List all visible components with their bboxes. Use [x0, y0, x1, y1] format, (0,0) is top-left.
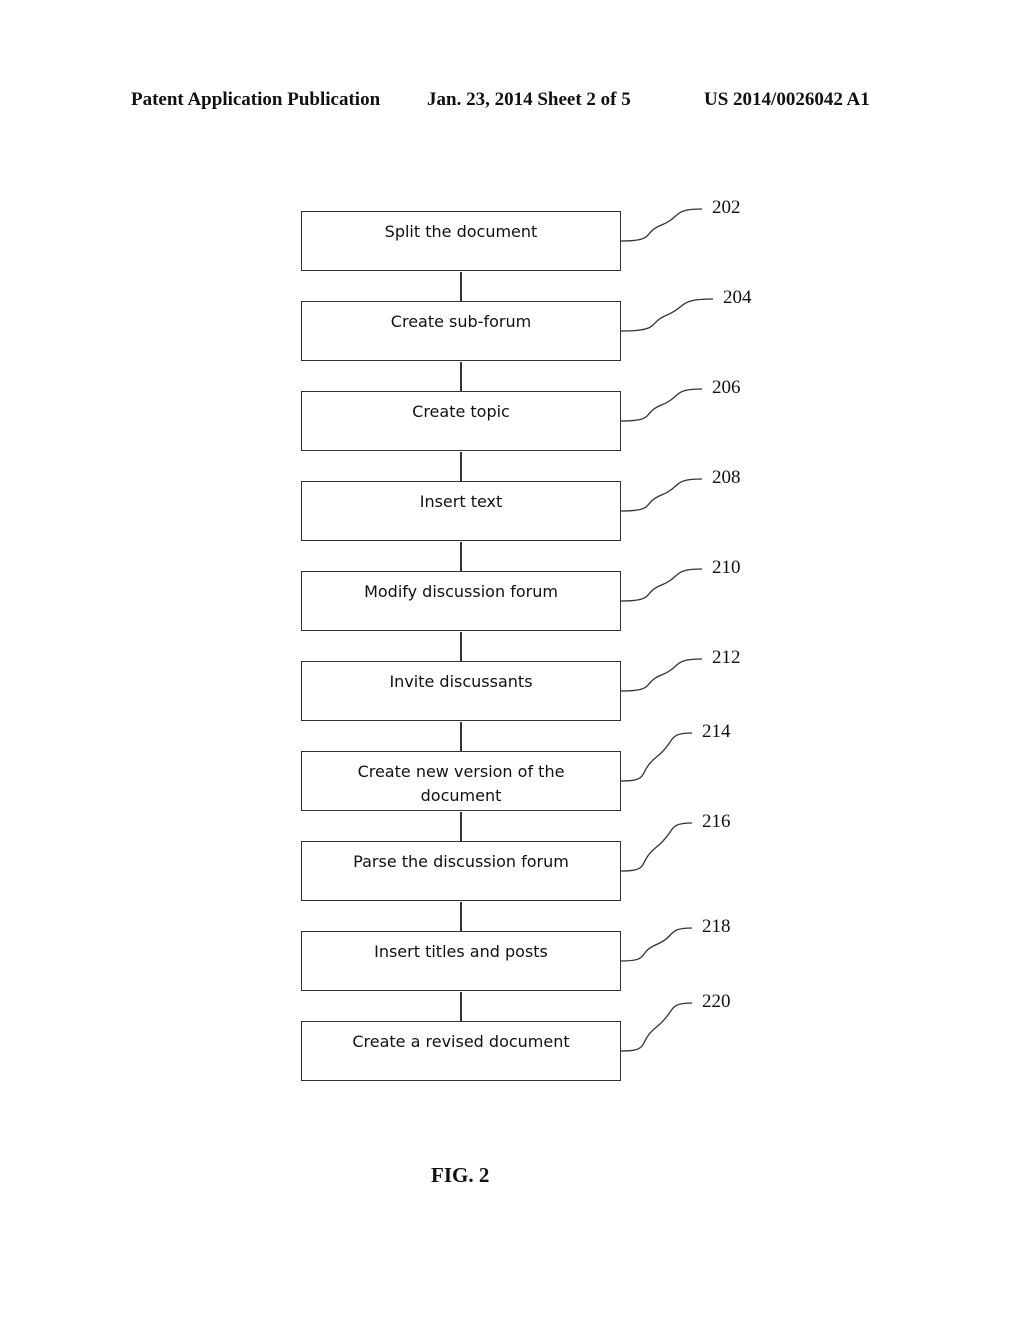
leader-line-208: [620, 478, 703, 512]
flowchart-step-214: Create new version of the document: [301, 751, 621, 811]
reference-numeral-206: 206: [712, 377, 741, 398]
leader-line-220: [620, 1002, 693, 1052]
flowchart-step-220: Create a revised document: [301, 1021, 621, 1081]
leader-line-202: [620, 208, 703, 242]
step-label: Invite discussants: [389, 672, 533, 691]
leader-line-206: [620, 388, 703, 422]
header-date-sheet: Jan. 23, 2014 Sheet 2 of 5: [427, 89, 631, 110]
flow-connector: [460, 542, 462, 571]
reference-leader-lines: [620, 208, 714, 1052]
flowchart-step-212: Invite discussants: [301, 661, 621, 721]
leader-line-210: [620, 568, 703, 602]
leader-line-204: [620, 298, 714, 332]
reference-numeral-202: 202: [712, 197, 741, 218]
step-label: Create topic: [412, 402, 510, 421]
step-label: Create new version of the document: [357, 762, 565, 805]
flow-connector: [460, 722, 462, 751]
step-label: Modify discussion forum: [364, 582, 558, 601]
reference-numeral-218: 218: [702, 916, 731, 937]
leader-line-214: [620, 732, 693, 782]
flow-connector: [460, 632, 462, 661]
leader-line-212: [620, 658, 703, 692]
step-label: Insert titles and posts: [374, 942, 548, 961]
header-publication-number: US 2014/0026042 A1: [704, 89, 870, 110]
flowchart-step-202: Split the document: [301, 211, 621, 271]
step-label: Create a revised document: [352, 1032, 570, 1051]
figure-label: FIG. 2: [431, 1163, 490, 1187]
flowchart-step-210: Modify discussion forum: [301, 571, 621, 631]
reference-numeral-216: 216: [702, 811, 731, 832]
reference-numeral-204: 204: [723, 287, 752, 308]
flow-connector: [460, 902, 462, 931]
step-label: Create sub-forum: [390, 312, 532, 331]
reference-numeral-210: 210: [712, 557, 741, 578]
flowchart-step-208: Insert text: [301, 481, 621, 541]
flow-connector: [460, 992, 462, 1021]
flow-connector: [460, 812, 462, 841]
reference-numeral-214: 214: [702, 721, 731, 742]
flowchart-step-204: Create sub-forum: [301, 301, 621, 361]
step-label: Parse the discussion forum: [353, 852, 569, 871]
flowchart-step-206: Create topic: [301, 391, 621, 451]
leader-line-218: [620, 927, 693, 962]
step-label: Insert text: [419, 492, 503, 511]
flow-connector: [460, 272, 462, 301]
flowchart-step-216: Parse the discussion forum: [301, 841, 621, 901]
reference-numeral-220: 220: [702, 991, 731, 1012]
flowchart-step-218: Insert titles and posts: [301, 931, 621, 991]
reference-numeral-208: 208: [712, 467, 741, 488]
step-label: Split the document: [384, 222, 538, 241]
reference-numeral-212: 212: [712, 647, 741, 668]
flow-connector: [460, 452, 462, 481]
header-publication-type: Patent Application Publication: [131, 89, 381, 110]
leader-line-216: [620, 822, 693, 872]
flow-connector: [460, 362, 462, 391]
